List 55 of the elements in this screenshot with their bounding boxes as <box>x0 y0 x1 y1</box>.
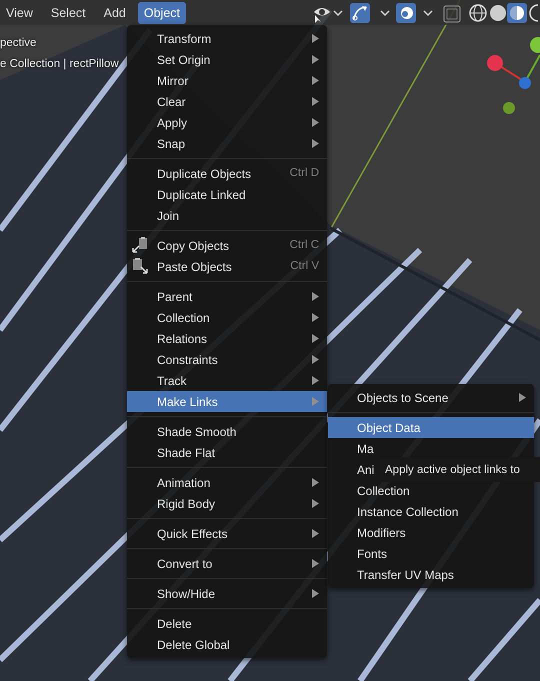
menu-tab[interactable]: View <box>0 2 39 24</box>
menu-item[interactable]: Shade Flat <box>127 442 327 463</box>
material-shading-icon[interactable] <box>507 3 527 23</box>
menu-item[interactable]: Quick Effects <box>127 523 327 544</box>
menu-item[interactable]: Paste Objects Ctrl V <box>127 256 327 277</box>
menu-item[interactable]: Transform <box>127 28 327 49</box>
menu-item[interactable]: Show/Hide <box>127 583 327 604</box>
menu-item[interactable]: Mirror <box>127 70 327 91</box>
wireframe-shading-icon[interactable] <box>468 3 488 23</box>
copy-icon <box>131 236 149 254</box>
menu-item[interactable]: Constraints <box>127 349 327 370</box>
menu-item[interactable]: Delete <box>127 613 327 634</box>
menu-item[interactable]: Objects to Scene <box>328 387 534 408</box>
menu-item[interactable]: Ma <box>328 438 534 459</box>
menu-item[interactable]: Rigid Body <box>127 493 327 514</box>
menu-item[interactable]: Fonts <box>328 543 534 564</box>
menu-item[interactable]: Clear <box>127 91 327 112</box>
menu-item[interactable]: Collection <box>127 307 327 328</box>
menu-item[interactable]: Object Data <box>328 417 534 438</box>
menu-item[interactable]: Join <box>127 205 327 226</box>
paste-icon <box>131 257 149 275</box>
overlays-toggle-icon[interactable] <box>396 3 416 23</box>
menu-item[interactable]: Copy Objects Ctrl C <box>127 235 327 256</box>
caret-icon <box>423 10 433 16</box>
xray-toggle-icon[interactable] <box>443 3 461 23</box>
shortcut-text: Ctrl C <box>290 238 319 253</box>
menu-item[interactable]: Shade Smooth <box>127 421 327 442</box>
menu-item[interactable]: Duplicate Objects Ctrl D <box>127 163 327 184</box>
gizmo-toggle-icon[interactable] <box>350 3 370 23</box>
menu-item[interactable]: Animation <box>127 472 327 493</box>
menu-item[interactable]: Make Links <box>127 391 327 412</box>
menu-item[interactable]: Transfer UV Maps <box>328 564 534 585</box>
menu-item[interactable]: Parent <box>127 286 327 307</box>
menu-item[interactable]: Delete Global <box>127 634 327 655</box>
menu-item[interactable]: Snap <box>127 133 327 154</box>
viewport-info-text: e Collection | rectPillow <box>0 57 119 72</box>
viewport-info-text: pective <box>0 36 36 51</box>
menu-item[interactable]: Track <box>127 370 327 391</box>
rendered-shading-icon[interactable] <box>528 3 540 23</box>
menu-item[interactable]: Relations <box>127 328 327 349</box>
menu-item[interactable]: Duplicate Linked <box>127 184 327 205</box>
menu-item[interactable]: Collection <box>328 480 534 501</box>
menu-item[interactable]: Set Origin <box>127 49 327 70</box>
menu-item[interactable]: Modifiers <box>328 522 534 543</box>
menu-tab[interactable]: Select <box>44 2 92 24</box>
menu-tab[interactable]: Object <box>138 2 186 24</box>
shortcut-text: Ctrl D <box>290 166 319 181</box>
solid-shading-icon[interactable] <box>488 3 508 23</box>
menu-item[interactable]: Convert to <box>127 553 327 574</box>
menu-tab[interactable]: Add <box>98 2 132 24</box>
menu-item[interactable]: Apply <box>127 112 327 133</box>
menu-item[interactable]: Instance Collection <box>328 501 534 522</box>
caret-icon <box>380 10 390 16</box>
shortcut-text: Ctrl V <box>290 258 319 274</box>
caret-icon <box>333 10 343 16</box>
